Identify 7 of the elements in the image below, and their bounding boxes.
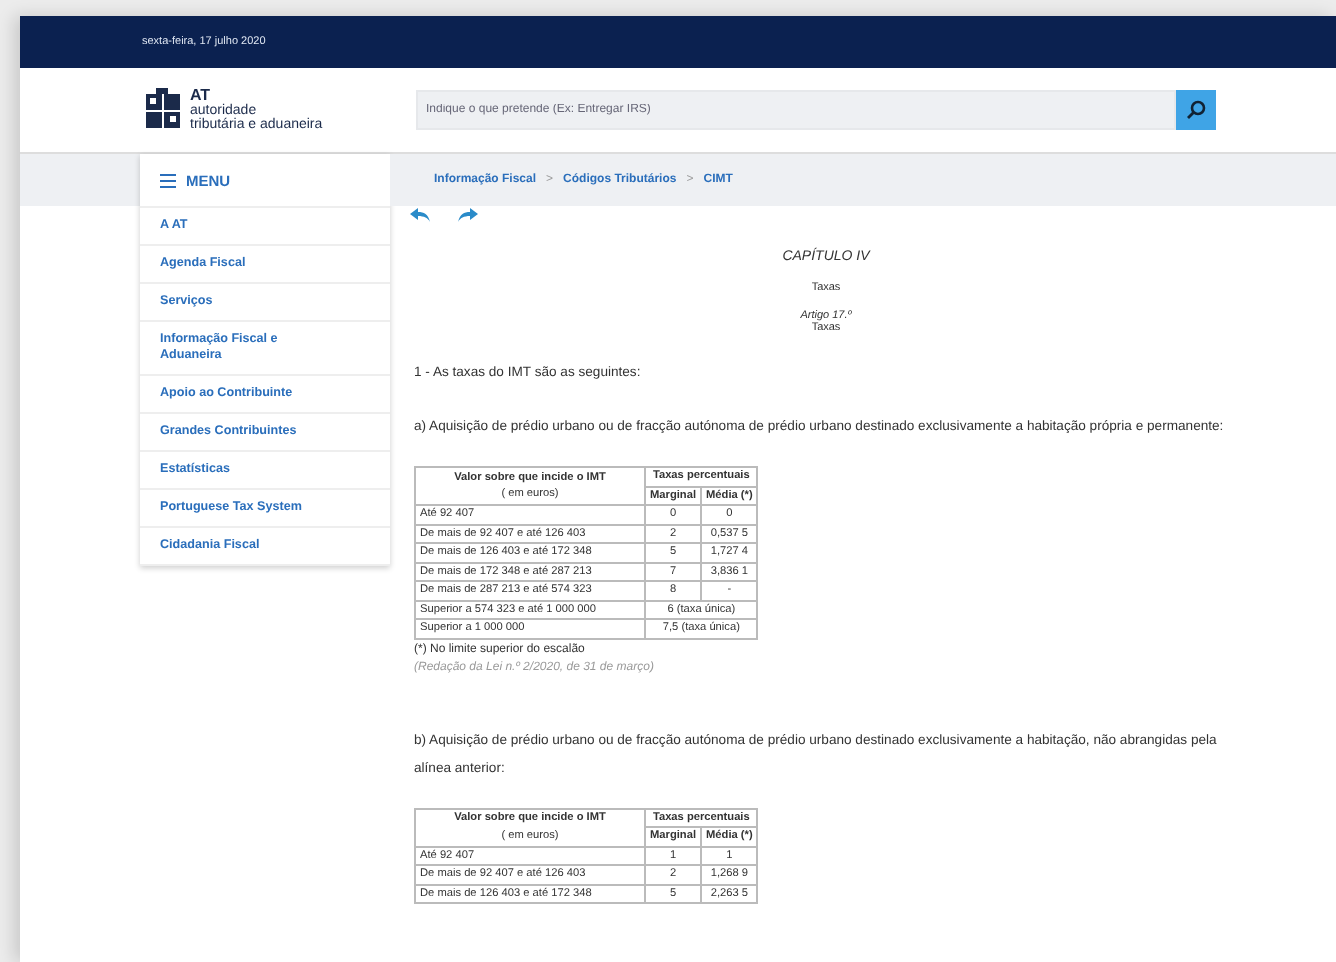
logo-abbreviation: AT xyxy=(190,88,211,104)
back-arrow-icon[interactable] xyxy=(410,208,430,222)
search-icon xyxy=(1186,100,1206,120)
forward-arrow-icon[interactable] xyxy=(458,208,478,222)
search-button[interactable] xyxy=(1176,90,1216,130)
menu-icon xyxy=(160,173,176,187)
coat-of-arms-icon xyxy=(144,88,184,132)
